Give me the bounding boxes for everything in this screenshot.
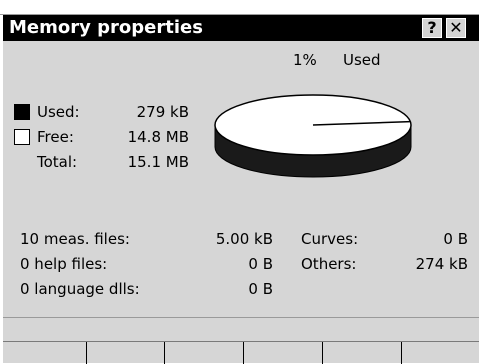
title-bar: Memory properties ? ✕	[3, 15, 479, 41]
memory-pie-chart	[214, 94, 412, 178]
language-dlls-label: 0 language dlls:	[20, 280, 140, 298]
free-value: 14.8 MB	[127, 128, 189, 146]
meas-files-label: 10 meas. files:	[20, 230, 130, 248]
used-label: Used:	[37, 103, 80, 121]
used-swatch	[14, 104, 30, 120]
softkey-6[interactable]	[402, 342, 479, 364]
total-label: Total:	[37, 153, 78, 171]
help-files-label: 0 help files:	[20, 255, 108, 273]
used-caption: Used	[343, 51, 381, 69]
softkey-5[interactable]	[323, 342, 402, 364]
total-value: 15.1 MB	[127, 153, 189, 171]
window-title: Memory properties	[9, 17, 203, 38]
curves-label: Curves:	[301, 230, 359, 248]
status-divider	[3, 317, 479, 318]
used-value: 279 kB	[136, 103, 189, 121]
softkey-1[interactable]	[3, 342, 87, 364]
language-dlls-value: 0 B	[248, 280, 273, 298]
help-button[interactable]: ?	[422, 18, 442, 38]
close-button[interactable]: ✕	[446, 18, 466, 38]
free-swatch	[14, 129, 30, 145]
softkey-4[interactable]	[244, 342, 323, 364]
memory-properties-dialog: Memory properties ? ✕ 1% Used Used: 279 …	[3, 15, 479, 364]
others-value: 274 kB	[415, 255, 468, 273]
softkey-3[interactable]	[165, 342, 244, 364]
help-files-value: 0 B	[248, 255, 273, 273]
top-strip	[0, 0, 479, 15]
curves-value: 0 B	[443, 230, 468, 248]
meas-files-value: 5.00 kB	[215, 230, 273, 248]
used-percent: 1%	[293, 51, 317, 69]
softkey-2[interactable]	[87, 342, 165, 364]
softkey-bar	[3, 341, 479, 364]
others-label: Others:	[301, 255, 357, 273]
free-label: Free:	[37, 128, 74, 146]
